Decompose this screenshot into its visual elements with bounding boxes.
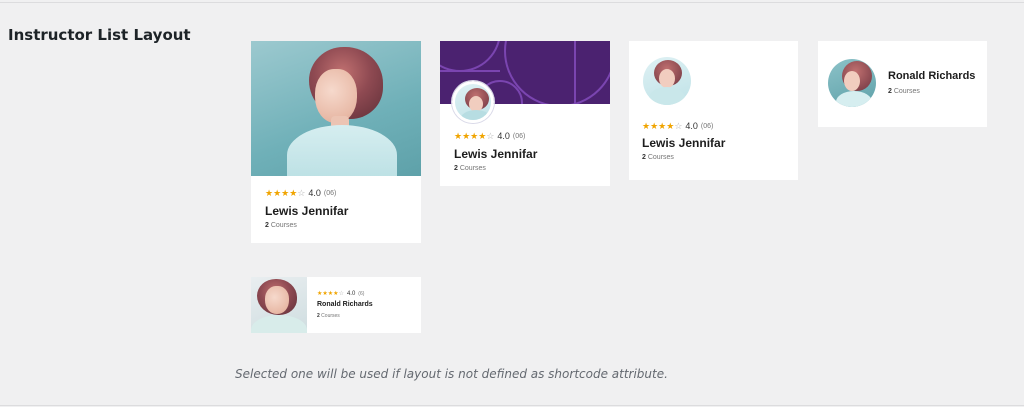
rating-stars: ★ ★ ★ ★ ☆ 4.0 (06) — [265, 188, 336, 198]
star-icon: ★ — [289, 187, 298, 198]
rating-count: (06) — [512, 132, 526, 140]
course-count-label: Courses — [459, 165, 486, 172]
bottom-divider — [0, 405, 1024, 406]
course-count-label: Courses — [321, 313, 340, 319]
rating-value: 4.0 — [685, 121, 698, 131]
instructor-avatar — [452, 81, 494, 123]
star-icon: ★ — [265, 187, 274, 198]
course-count: 2 Courses — [265, 222, 297, 229]
star-outline-icon: ☆ — [486, 130, 495, 141]
rating-count: (06) — [700, 122, 714, 130]
course-count-label: Courses — [893, 88, 920, 95]
star-icon: ★ — [281, 187, 290, 198]
instructor-avatar — [828, 59, 876, 107]
instructor-avatar — [643, 57, 691, 105]
star-icon: ★ — [642, 120, 651, 131]
star-icon: ★ — [478, 130, 487, 141]
instructor-name: Ronald Richards — [888, 70, 976, 82]
course-count-number: 2 — [454, 165, 458, 172]
course-count-label: Courses — [270, 222, 297, 229]
star-icon: ★ — [666, 120, 675, 131]
setting-hint: Selected one will be used if layout is n… — [235, 367, 668, 381]
star-icon: ★ — [454, 130, 463, 141]
star-outline-icon: ☆ — [674, 120, 683, 131]
rating-value: 4.0 — [346, 291, 356, 297]
course-count: 2 Courses — [888, 88, 920, 95]
course-count: 2 Courses — [454, 165, 486, 172]
star-outline-icon: ☆ — [338, 291, 344, 297]
layout-option-portrait-card[interactable]: ★ ★ ★ ★ ☆ 4.0 (06) Lewis Jennifar 2 Cour… — [251, 41, 421, 243]
instructor-name: Lewis Jennifar — [454, 147, 538, 161]
instructor-name: Lewis Jennifar — [265, 204, 349, 218]
instructor-photo — [251, 277, 307, 333]
course-count-label: Courses — [647, 154, 674, 161]
rating-stars: ★ ★ ★ ★ ☆ 4.0 (06) — [642, 121, 713, 131]
course-count-number: 2 — [642, 154, 646, 161]
instructor-name: Lewis Jennifar — [642, 136, 726, 150]
instructor-photo — [251, 41, 421, 176]
instructor-name: Ronald Richards — [317, 301, 373, 308]
rating-stars: ★ ★ ★ ★ ☆ 4.0 (06) — [454, 131, 525, 141]
star-icon: ★ — [462, 130, 471, 141]
course-count-number: 2 — [317, 313, 320, 319]
layout-option-cover-card[interactable]: ★ ★ ★ ★ ☆ 4.0 (06) Lewis Jennifar 2 Cour… — [440, 41, 610, 186]
star-icon: ★ — [658, 120, 667, 131]
rating-count: (06) — [323, 189, 337, 197]
course-count-number: 2 — [265, 222, 269, 229]
star-outline-icon: ☆ — [297, 187, 306, 198]
star-icon: ★ — [470, 130, 479, 141]
rating-value: 4.0 — [308, 188, 321, 198]
setting-label: Instructor List Layout — [8, 26, 191, 44]
course-count-number: 2 — [888, 88, 892, 95]
course-count: 2 Courses — [642, 154, 674, 161]
rating-stars: ★ ★ ★ ★ ☆ 4.0 (6) — [317, 291, 364, 297]
layout-option-inline-card[interactable]: Ronald Richards 2 Courses — [818, 41, 987, 127]
layout-option-minimal-card[interactable]: ★ ★ ★ ★ ☆ 4.0 (06) Lewis Jennifar 2 Cour… — [629, 41, 798, 180]
star-icon: ★ — [273, 187, 282, 198]
top-divider — [0, 2, 1024, 3]
rating-value: 4.0 — [497, 131, 510, 141]
star-icon: ★ — [650, 120, 659, 131]
layout-option-compact-card[interactable]: ★ ★ ★ ★ ☆ 4.0 (6) Ronald Richards 2 Cour… — [251, 277, 421, 333]
course-count: 2 Courses — [317, 313, 340, 319]
rating-count: (6) — [358, 291, 365, 297]
